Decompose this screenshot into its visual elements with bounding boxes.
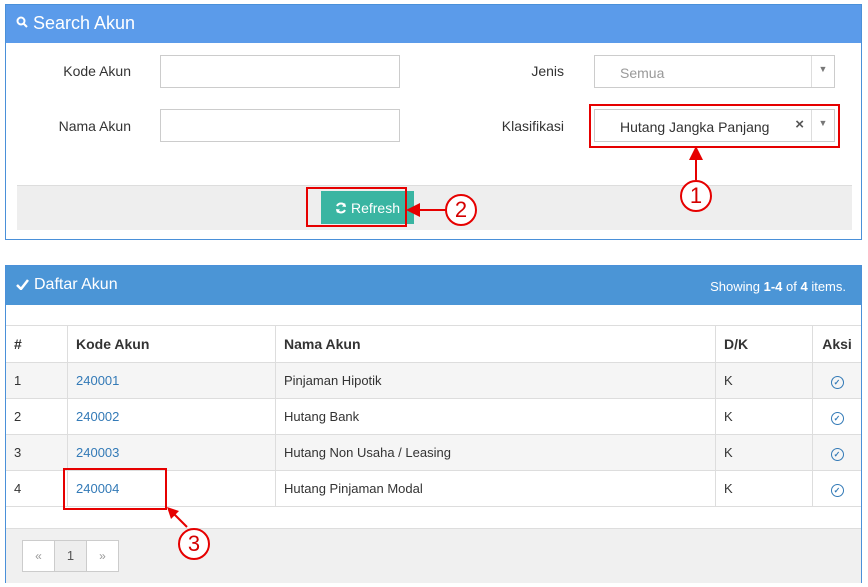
kode-akun-input[interactable]: [160, 55, 400, 88]
dk-cell: K: [715, 398, 813, 435]
row-number: 4: [6, 470, 68, 507]
table-row: 2 240002 Hutang Bank K ✓: [6, 398, 861, 435]
dk-cell: K: [715, 362, 813, 399]
row-number: 3: [6, 434, 68, 471]
diagonal-arrow-annotation: [167, 507, 188, 528]
callout-3: 3: [178, 528, 210, 560]
column-header-nama: Nama Akun: [275, 325, 716, 363]
daftar-akun-panel: Daftar Akun Showing 1-4 of 4 items. # Ko…: [5, 265, 862, 583]
chevron-down-icon[interactable]: ▼: [811, 56, 834, 87]
table-row: 1 240001 Pinjaman Hipotik K ✓: [6, 362, 861, 399]
table-row: 3 240003 Hutang Non Usaha / Leasing K ✓: [6, 434, 861, 471]
select-check-icon[interactable]: ✓: [830, 483, 844, 497]
nama-akun-input[interactable]: [160, 109, 400, 142]
table-header-row: # Kode Akun Nama Akun D/K Aksi: [6, 325, 861, 363]
column-header-number: #: [6, 325, 68, 363]
jenis-select-value: Semua: [620, 65, 665, 81]
nama-akun-cell: Pinjaman Hipotik: [275, 362, 716, 399]
prev-page-button[interactable]: «: [23, 541, 55, 571]
search-icon: [16, 16, 28, 31]
row-number: 1: [6, 362, 68, 399]
column-header-aksi: Aksi: [812, 325, 861, 363]
kode-akun-link[interactable]: 240002: [76, 409, 119, 424]
showing-of: of: [782, 279, 801, 294]
up-arrow-annotation: [689, 146, 703, 180]
refresh-highlight-box: [306, 187, 407, 227]
callout-1: 1: [680, 180, 712, 212]
kode-akun-link[interactable]: 240003: [76, 445, 119, 460]
daftar-akun-title: Daftar Akun: [34, 276, 118, 293]
kode-akun-highlight-box: [63, 468, 167, 510]
showing-total: 4: [800, 279, 808, 294]
dk-cell: K: [715, 470, 813, 507]
showing-summary: Showing 1-4 of 4 items.: [710, 279, 846, 294]
dk-cell: K: [715, 434, 813, 471]
pagination: « 1 »: [22, 540, 119, 572]
jenis-label: Jenis: [531, 63, 564, 79]
check-icon: [16, 278, 29, 293]
daftar-akun-header: Daftar Akun Showing 1-4 of 4 items.: [6, 266, 861, 305]
showing-suffix: items.: [807, 279, 846, 294]
showing-range: 1-4: [763, 279, 783, 294]
select-check-icon[interactable]: ✓: [830, 447, 844, 461]
daftar-akun-title-wrap: Daftar Akun: [16, 276, 118, 294]
klasifikasi-label: Klasifikasi: [501, 118, 564, 134]
jenis-select[interactable]: Semua ▼: [594, 55, 835, 88]
column-header-kode: Kode Akun: [67, 325, 276, 363]
pagination-bar: « 1 »: [6, 528, 861, 583]
callout-2: 2: [445, 194, 477, 226]
kode-akun-link[interactable]: 240001: [76, 373, 119, 388]
column-header-dk: D/K: [715, 325, 813, 363]
select-check-icon[interactable]: ✓: [830, 375, 844, 389]
select-check-icon[interactable]: ✓: [830, 411, 844, 425]
klasifikasi-highlight-box: [589, 104, 840, 148]
search-panel-title: Search Akun: [33, 13, 136, 33]
next-page-button[interactable]: »: [87, 541, 118, 571]
nama-akun-cell: Hutang Bank: [275, 398, 716, 435]
page-1-button[interactable]: 1: [55, 541, 87, 571]
row-number: 2: [6, 398, 68, 435]
left-arrow-annotation: [406, 203, 446, 217]
nama-akun-cell: Hutang Pinjaman Modal: [275, 470, 716, 507]
nama-akun-label: Nama Akun: [58, 118, 131, 134]
showing-prefix: Showing: [710, 279, 764, 294]
search-panel-header: Search Akun: [6, 5, 861, 43]
search-panel-title-wrap: Search Akun: [16, 13, 135, 34]
nama-akun-cell: Hutang Non Usaha / Leasing: [275, 434, 716, 471]
kode-akun-label: Kode Akun: [63, 63, 131, 79]
